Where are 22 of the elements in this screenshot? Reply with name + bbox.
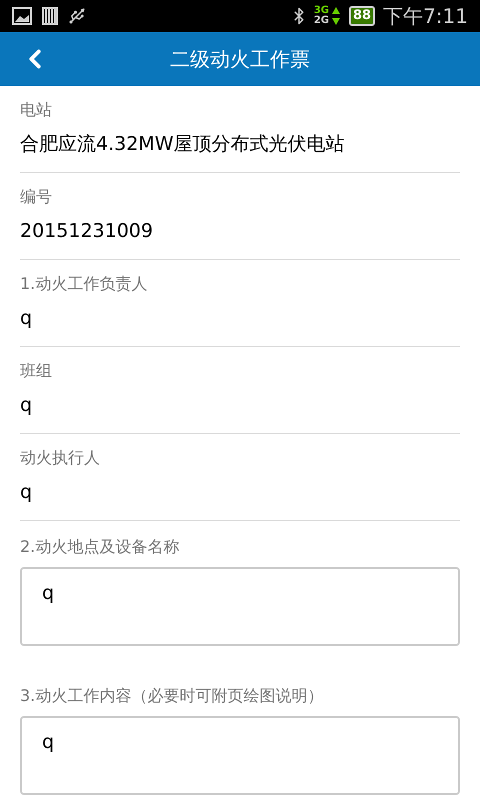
field-label: 3.动火工作内容（必要时可附页绘图说明） <box>20 686 324 706</box>
field-label: 班组 <box>20 361 53 381</box>
clock: 下午7:11 <box>383 6 468 26</box>
field-value: 合肥应流4.32MW屋顶分布式光伏电站 <box>20 132 346 156</box>
battery-indicator: 88 <box>348 6 376 26</box>
signal-arrows-icon <box>330 6 341 26</box>
text-area[interactable]: q <box>20 716 460 795</box>
field-value: q <box>20 393 34 417</box>
field-label: 动火执行人 <box>20 448 101 468</box>
field-value: q <box>20 480 34 504</box>
field-value: q <box>20 306 34 330</box>
usb-icon <box>68 7 86 25</box>
field-label: 2.动火地点及设备名称 <box>20 537 180 557</box>
field-label: 电站 <box>20 100 53 120</box>
field-value: 20151231009 <box>20 219 154 243</box>
network-indicator: 3G 2G <box>314 6 329 26</box>
field-label: 编号 <box>20 187 53 207</box>
sim-card-icon <box>42 7 58 25</box>
field-label: 1.动火工作负责人 <box>20 274 148 294</box>
page-title: 二级动火工作票 <box>170 46 310 73</box>
text-area[interactable]: q <box>20 567 460 646</box>
picture-icon <box>12 7 32 25</box>
